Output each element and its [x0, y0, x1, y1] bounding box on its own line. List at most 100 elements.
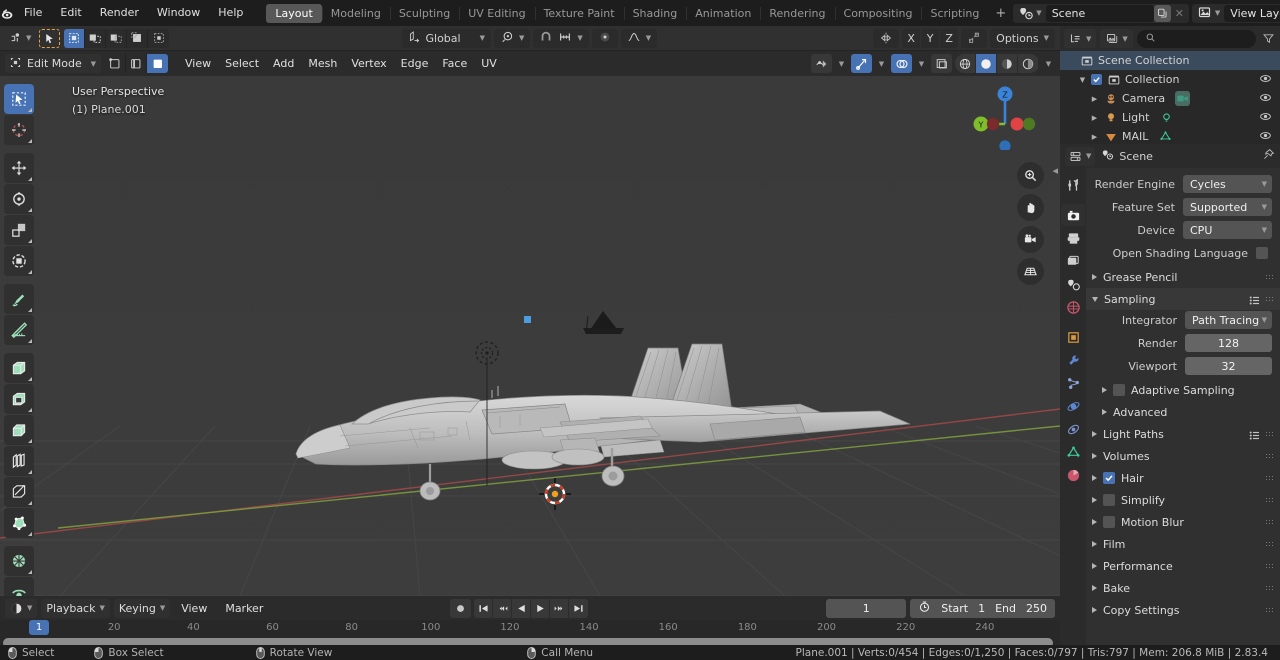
frame-range-fields[interactable]: Start 1 End 250	[910, 598, 1055, 618]
start-value[interactable]: 1	[978, 602, 985, 615]
blender-logo-icon[interactable]	[0, 0, 15, 26]
end-value[interactable]: 250	[1026, 602, 1047, 615]
material-tab-icon[interactable]	[1061, 464, 1085, 486]
prev-keyframe-icon[interactable]	[493, 598, 512, 618]
solid-shading-icon[interactable]	[976, 54, 997, 73]
viewport-menu-uv[interactable]: UV	[474, 54, 504, 73]
navigation-gizmo[interactable]: Z Y	[972, 84, 1038, 152]
viewport-menu-face[interactable]: Face	[435, 54, 474, 73]
smooth-icon[interactable]	[4, 577, 34, 596]
workspace-tab-sculpting[interactable]: Sculpting	[389, 4, 459, 23]
tool-tab-icon[interactable]	[1061, 174, 1085, 196]
integrator-dropdown[interactable]: Path Tracing ▼	[1185, 311, 1272, 329]
visibility-eye-icon[interactable]	[1259, 110, 1272, 126]
editor-type-icon[interactable]: ▼	[5, 28, 36, 48]
vertex-select-icon[interactable]	[105, 54, 126, 73]
device-dropdown[interactable]: CPU ▼	[1183, 221, 1272, 239]
menu-help[interactable]: Help	[209, 3, 252, 23]
disclosure-triangle-icon[interactable]: ▶	[1090, 133, 1099, 141]
measure-icon[interactable]	[4, 315, 34, 345]
adaptive-sampling-checkbox[interactable]	[1113, 384, 1125, 396]
scene-name-field[interactable]: Scene	[1045, 4, 1154, 22]
viewport-menu-mesh[interactable]: Mesh	[301, 54, 344, 73]
workspace-tab-modeling[interactable]: Modeling	[321, 4, 390, 23]
transform-icon[interactable]	[4, 246, 34, 276]
view-layer-name-field[interactable]: View Layer	[1224, 4, 1280, 22]
menu-file[interactable]: File	[15, 3, 51, 23]
panel-checkbox-motion-blur[interactable]	[1103, 516, 1115, 528]
workspace-tab-compositing[interactable]: Compositing	[834, 4, 922, 23]
modifier-tab-icon[interactable]	[1061, 349, 1085, 371]
disclosure-triangle-icon[interactable]: ▼	[1078, 76, 1087, 84]
output-tab-icon[interactable]	[1061, 227, 1085, 249]
xray-toggle-icon[interactable]	[931, 54, 952, 73]
menu-render[interactable]: Render	[91, 3, 148, 23]
next-keyframe-icon[interactable]	[550, 598, 569, 618]
workspace-tab-texture-paint[interactable]: Texture Paint	[534, 4, 624, 23]
outliner-row-light[interactable]: ▶ Light	[1060, 108, 1280, 127]
cursor-3d-icon[interactable]	[4, 115, 34, 145]
workspace-tab-shading[interactable]: Shading	[623, 4, 687, 23]
disclosure-triangle-icon[interactable]: ▶	[1090, 95, 1099, 103]
timeline-editor-type-button[interactable]: ▼	[5, 598, 38, 618]
viewport-menu-edge[interactable]: Edge	[394, 54, 436, 73]
panel-header-film[interactable]: Film	[1086, 533, 1280, 555]
auto-key-icon[interactable]	[918, 600, 931, 616]
panel-header-light-paths[interactable]: Light Paths	[1086, 423, 1280, 445]
mirror-axis-z[interactable]: Z	[940, 28, 959, 48]
scene-unlink-icon[interactable]: ✕	[1171, 7, 1188, 20]
spin-icon[interactable]	[4, 546, 34, 576]
extrude-region-icon[interactable]	[4, 353, 34, 383]
uv-mirror-icon[interactable]	[961, 28, 988, 48]
viewport-menu-view[interactable]: View	[178, 54, 218, 73]
advanced-header[interactable]: Advanced	[1088, 401, 1280, 423]
outliner-search-input[interactable]	[1136, 29, 1256, 48]
view-layer-tab-icon[interactable]	[1061, 250, 1085, 272]
loop-cut-icon[interactable]	[4, 446, 34, 476]
menu-edit[interactable]: Edit	[51, 3, 90, 23]
inset-faces-icon[interactable]	[4, 384, 34, 414]
outliner-row-scene-collection[interactable]: Scene Collection	[1060, 51, 1280, 70]
jump-start-icon[interactable]	[474, 598, 493, 618]
view-layer-browse-button[interactable]: ▼	[1192, 4, 1225, 22]
outliner-checkbox[interactable]	[1091, 74, 1102, 85]
chevron-down-icon[interactable]: ▼	[875, 60, 888, 68]
mirror-axis-x[interactable]: X	[902, 28, 921, 48]
scene-duplicate-icon[interactable]	[1153, 4, 1171, 22]
hand-pan-icon[interactable]	[1017, 194, 1044, 221]
record-keyframe-icon[interactable]	[450, 598, 471, 618]
world-tab-icon[interactable]	[1061, 296, 1085, 318]
timeline-playhead[interactable]: 1	[29, 620, 49, 635]
panel-header-grease-pencil[interactable]: Grease Pencil	[1086, 266, 1280, 288]
workspace-tab-rendering[interactable]: Rendering	[760, 4, 834, 23]
panel-header-sampling[interactable]: Sampling	[1086, 288, 1280, 310]
select-extend-icon[interactable]	[85, 28, 107, 48]
disclosure-triangle-icon[interactable]: ▶	[1090, 114, 1099, 122]
camera-view-icon[interactable]	[1017, 226, 1044, 253]
scene-browse-button[interactable]: ▼	[1014, 4, 1046, 22]
panel-header-simplify[interactable]: Simplify	[1086, 489, 1280, 511]
panel-preset-list-icon[interactable]	[1249, 430, 1260, 440]
mirror-icon[interactable]	[873, 28, 900, 48]
timeline-view-menu[interactable]: View	[174, 599, 214, 618]
physics-tab-icon[interactable]	[1061, 395, 1085, 417]
rotate-icon[interactable]	[4, 184, 34, 214]
panel-header-volumes[interactable]: Volumes	[1086, 445, 1280, 467]
proportional-falloff-dropdown[interactable]: ▼	[620, 28, 658, 48]
select-box-icon[interactable]	[64, 28, 86, 48]
timeline-marker-menu[interactable]: Marker	[218, 599, 270, 618]
workspace-tab-scripting[interactable]: Scripting	[921, 4, 988, 23]
snap-settings[interactable]: ▼	[533, 28, 589, 48]
viewport-samples-field[interactable]: 32	[1185, 357, 1272, 375]
workspace-tab-layout[interactable]: Layout	[266, 3, 322, 23]
viewport-menu-vertex[interactable]: Vertex	[344, 54, 393, 73]
object-tab-icon[interactable]	[1061, 326, 1085, 348]
viewport-menu-select[interactable]: Select	[218, 54, 266, 73]
outliner-display-mode-icon[interactable]: ▼	[1064, 29, 1097, 48]
panel-header-hair[interactable]: Hair	[1086, 467, 1280, 489]
move-icon[interactable]	[4, 153, 34, 183]
active-tool-icon[interactable]	[39, 28, 61, 48]
panel-preset-list-icon[interactable]	[1249, 295, 1260, 305]
outliner-id-type-icon[interactable]: ▼	[1100, 29, 1133, 48]
properties-editor-icon[interactable]: ▼	[1065, 146, 1096, 166]
